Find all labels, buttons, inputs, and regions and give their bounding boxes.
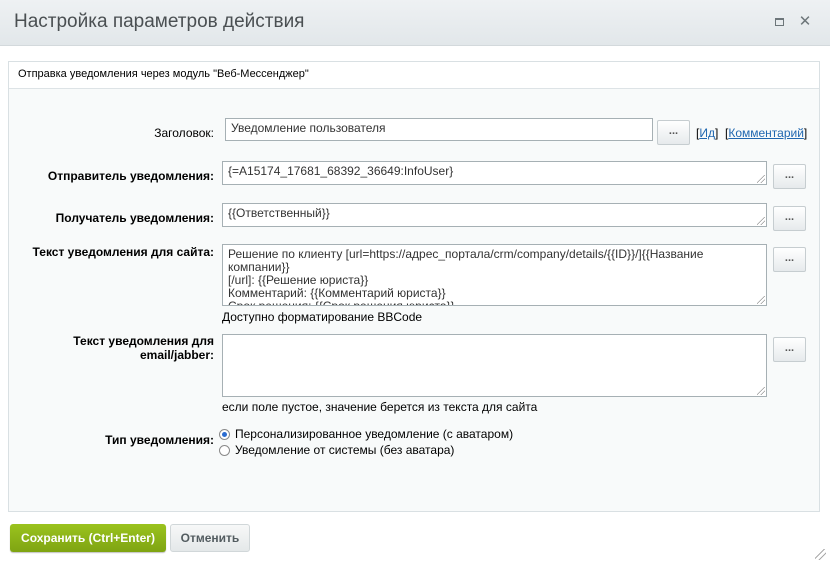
save-button[interactable]: Сохранить (Ctrl+Enter) bbox=[10, 524, 166, 552]
site-text-label: Текст уведомления для сайта: bbox=[32, 245, 214, 259]
dialog-resize-icon[interactable] bbox=[815, 549, 826, 560]
section-title: Отправка уведомления через модуль "Веб-М… bbox=[9, 62, 819, 89]
resize-grip-icon[interactable] bbox=[757, 175, 765, 183]
site-text-dots-button[interactable]: ... bbox=[773, 247, 806, 272]
site-text-value: Решение по клиенту [url=https://адрес_по… bbox=[228, 247, 704, 306]
sender-input[interactable]: {=A15174_17681_68392_36649:InfoUser} bbox=[222, 161, 767, 185]
email-text-label: Текст уведомления для email/jabber: bbox=[73, 334, 214, 362]
dialog-titlebar[interactable]: Настройка параметров действия ✕ bbox=[0, 0, 830, 46]
recipient-dots-button[interactable]: ... bbox=[773, 206, 806, 231]
recipient-value: {{Ответственный}} bbox=[228, 206, 330, 220]
header-links: [Ид] [Комментарий] bbox=[696, 126, 808, 140]
type-label: Тип уведомления: bbox=[105, 433, 214, 447]
header-dots-button[interactable]: ... bbox=[657, 120, 690, 145]
resize-grip-icon[interactable] bbox=[757, 296, 765, 304]
type-option-personal-label: Персонализированное уведомление (с авата… bbox=[235, 427, 514, 441]
email-text-textarea[interactable] bbox=[222, 334, 767, 397]
site-text-textarea[interactable]: Решение по клиенту [url=https://адрес_по… bbox=[222, 244, 767, 306]
recipient-label: Получатель уведомления: bbox=[55, 211, 214, 225]
cancel-button[interactable]: Отменить bbox=[170, 524, 250, 552]
recipient-input[interactable]: {{Ответственный}} bbox=[222, 203, 767, 227]
email-text-dots-button[interactable]: ... bbox=[773, 337, 806, 362]
id-link[interactable]: Ид bbox=[699, 126, 715, 140]
comment-link[interactable]: Комментарий bbox=[728, 126, 804, 140]
header-input[interactable]: Уведомление пользователя bbox=[225, 118, 653, 141]
sender-dots-button[interactable]: ... bbox=[773, 164, 806, 189]
radio-system[interactable] bbox=[219, 444, 230, 456]
sender-value: {=A15174_17681_68392_36649:InfoUser} bbox=[228, 164, 454, 178]
sender-label: Отправитель уведомления: bbox=[47, 169, 214, 183]
email-hint: если поле пустое, значение берется из те… bbox=[222, 400, 538, 414]
close-icon[interactable]: ✕ bbox=[798, 14, 812, 29]
dialog-title: Настройка параметров действия bbox=[14, 11, 305, 32]
header-label: Заголовок: bbox=[154, 126, 214, 140]
resize-grip-icon[interactable] bbox=[757, 217, 765, 225]
type-option-personal[interactable]: Персонализированное уведомление (с авата… bbox=[219, 427, 513, 441]
maximize-icon[interactable] bbox=[773, 15, 787, 29]
resize-grip-icon[interactable] bbox=[757, 387, 765, 395]
type-option-system[interactable]: Уведомление от системы (без аватара) bbox=[219, 443, 454, 457]
radio-personal[interactable] bbox=[219, 428, 230, 440]
bbcode-hint: Доступно форматирование BBCode bbox=[222, 310, 423, 324]
type-option-system-label: Уведомление от системы (без аватара) bbox=[235, 443, 455, 457]
